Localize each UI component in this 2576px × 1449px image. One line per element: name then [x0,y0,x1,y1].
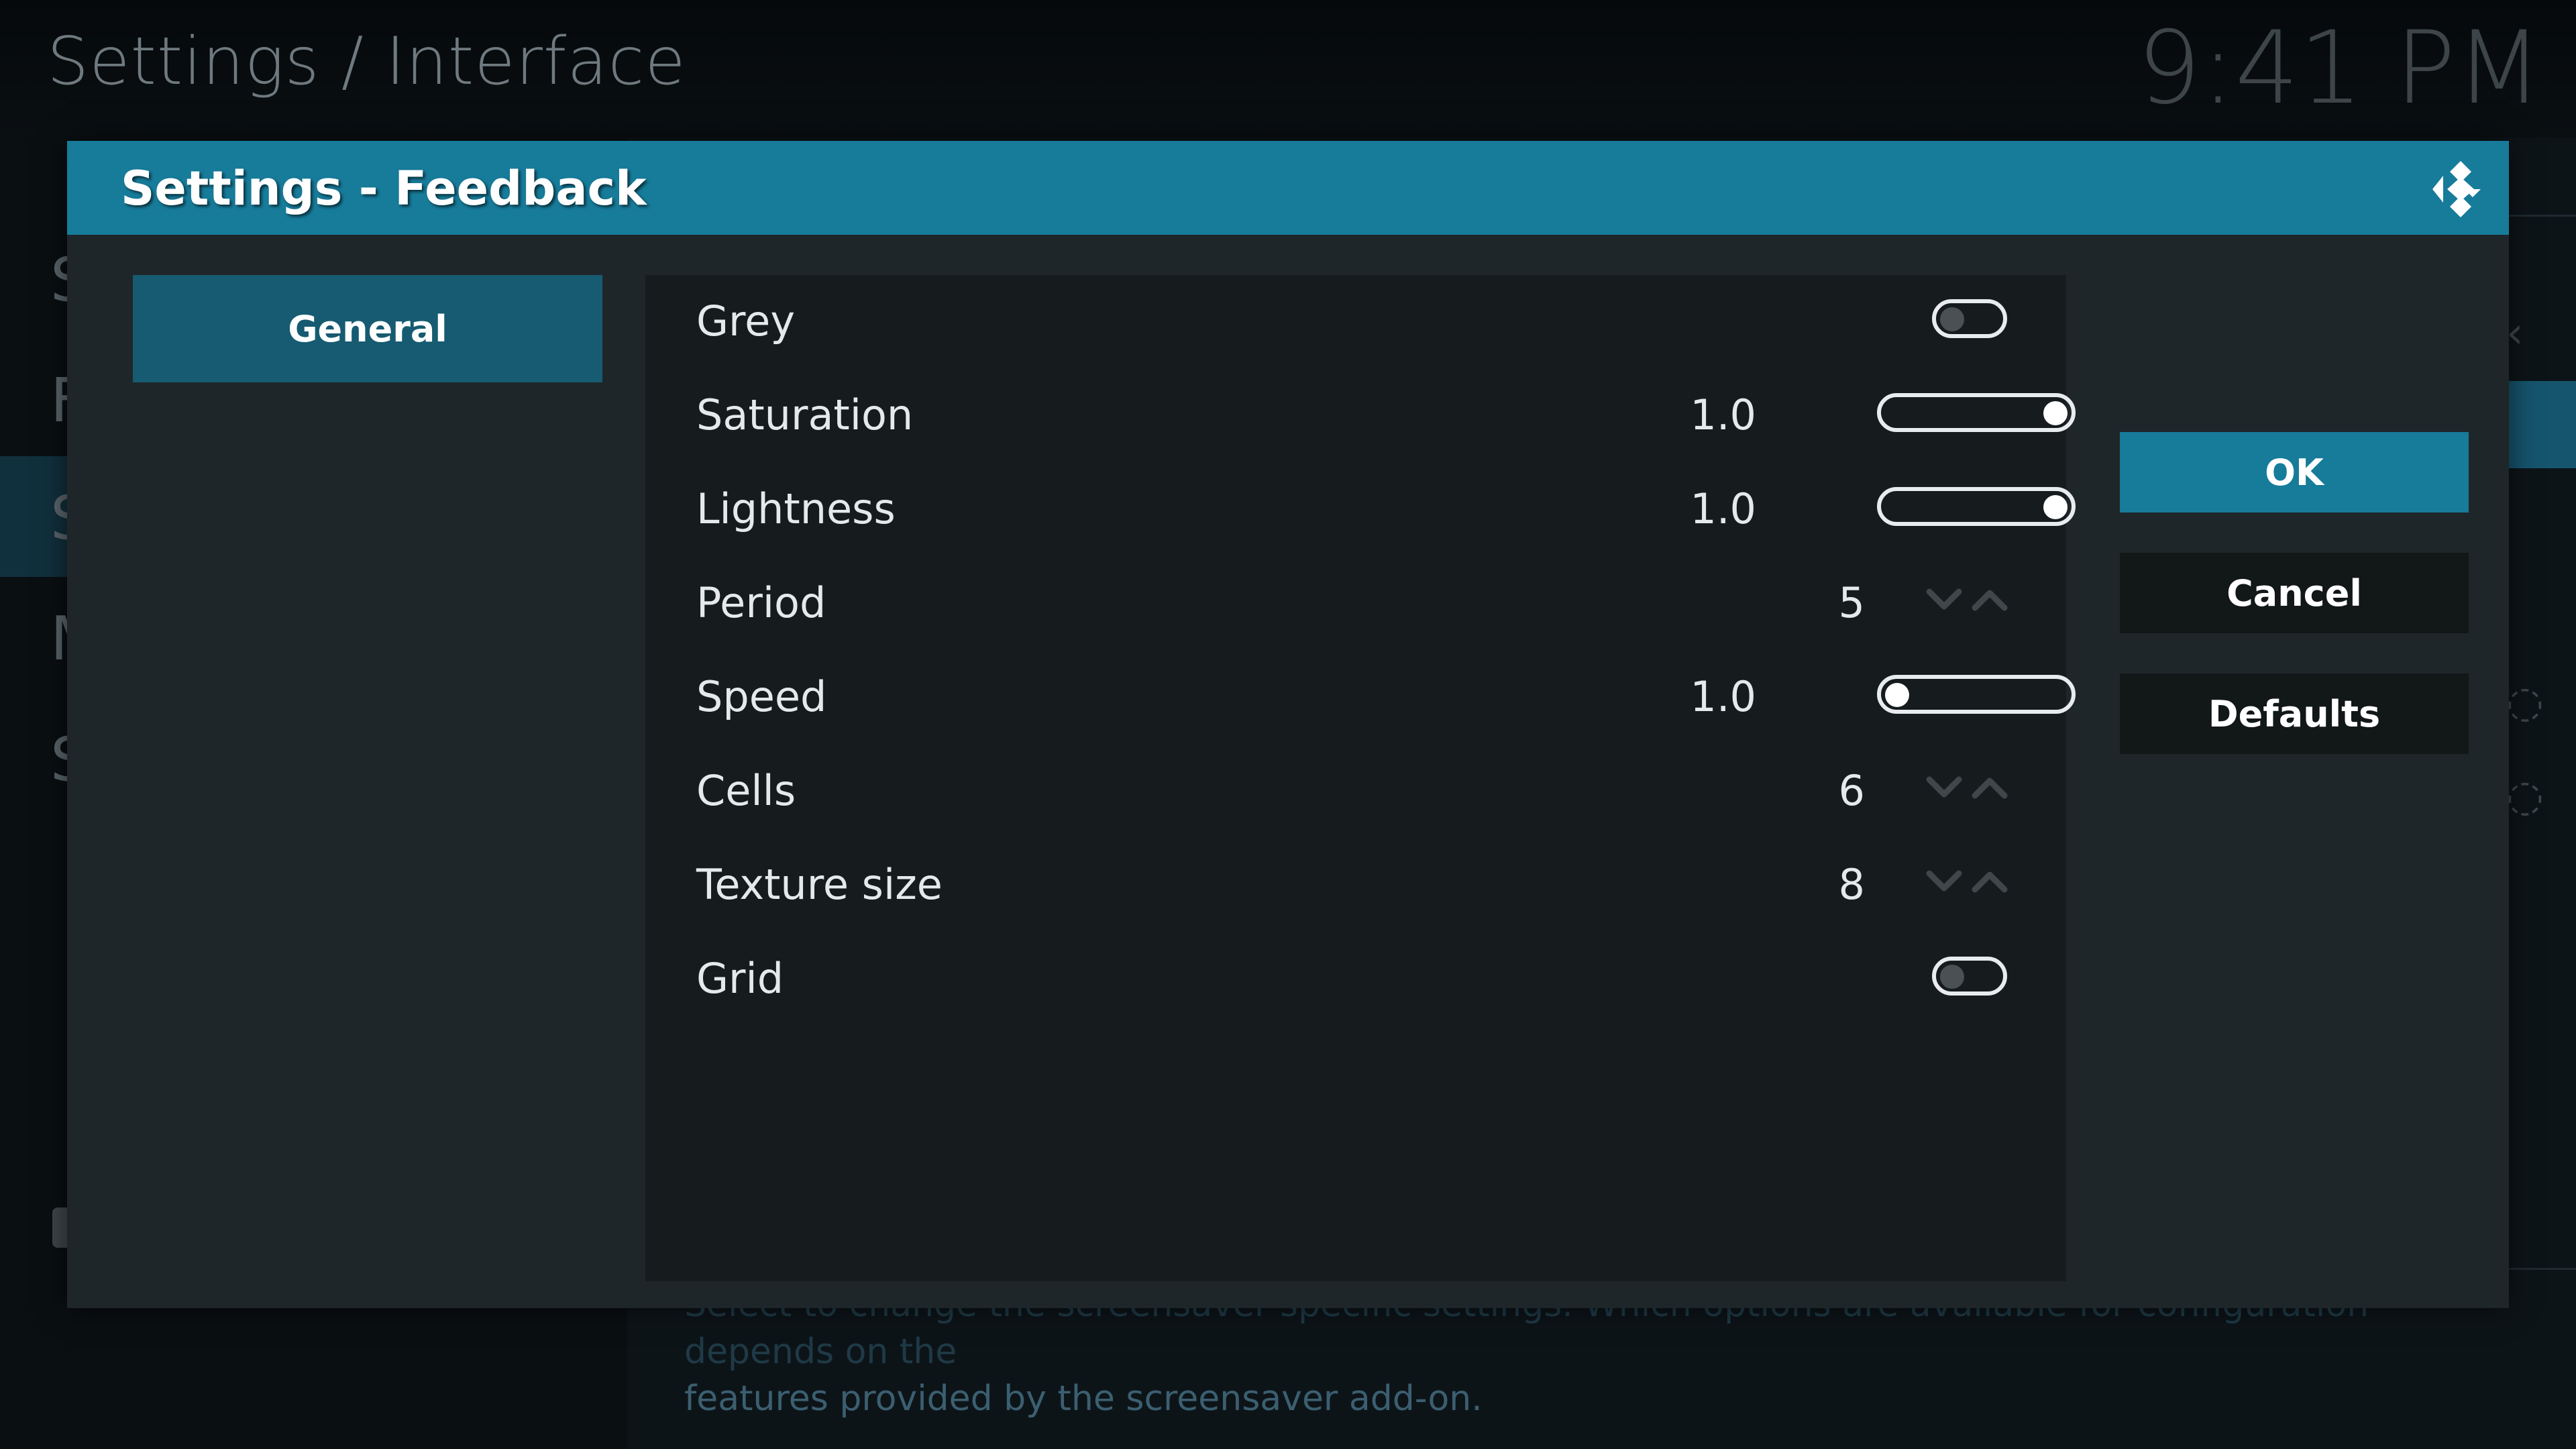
texture-size-spinner [1924,859,2018,906]
setting-label: Saturation [696,390,914,439]
settings-dialog: Settings - Feedback General Grey Saturat… [67,141,2509,1308]
settings-list: Grey Saturation 1.0 Lightness 1.0 Period… [645,275,2076,1281]
period-spinner [1924,577,2018,624]
chevron-up-icon[interactable] [1972,777,2008,799]
setting-label: Texture size [696,860,943,909]
setting-label: Cells [696,766,796,815]
toggle-knob [1940,307,1964,331]
setting-period[interactable]: Period 5 [645,557,2066,651]
setting-saturation[interactable]: Saturation 1.0 [645,369,2076,463]
slider-knob[interactable] [1885,683,1909,707]
setting-cells[interactable]: Cells 6 [645,745,2066,839]
chevron-down-icon[interactable] [1926,870,1962,892]
setting-value: 1.0 [1690,390,1756,439]
ok-button[interactable]: OK [2120,432,2469,513]
grid-toggle[interactable] [1932,957,2007,996]
dialog-header: Settings - Feedback [67,141,2509,235]
speed-slider[interactable] [1877,675,2076,714]
settings-indicator-icon: ◌ [2506,771,2544,821]
grey-toggle[interactable] [1932,299,2007,338]
background-divider [2508,215,2576,217]
setting-grid[interactable]: Grid [645,932,2066,1026]
setting-value: 6 [1838,766,1865,815]
saturation-slider[interactable] [1877,393,2076,432]
background-divider [2508,1268,2576,1270]
chevron-up-icon[interactable] [1972,590,2008,611]
lightness-slider[interactable] [1877,487,2076,526]
description-line-2: features provided by the screensaver add… [684,1379,1483,1419]
setting-grey[interactable]: Grey [645,275,2066,369]
chevron-down-icon[interactable] [1926,776,1962,798]
cells-spinner [1924,765,2018,812]
slider-knob[interactable] [2043,495,2068,519]
setting-lightness[interactable]: Lightness 1.0 [645,463,2076,557]
background-selected-row [2508,381,2576,468]
settings-indicator-icon: ◌ [2506,678,2544,727]
setting-label: Grid [696,954,784,1003]
toggle-knob [1940,965,1964,989]
screen: Settings / Interface 9:41 PM S F S M S ‹… [0,0,2576,1449]
setting-label: Speed [696,672,827,721]
setting-texture-size[interactable]: Texture size 8 [645,839,2066,932]
setting-value: 5 [1838,578,1865,627]
category-tab-general[interactable]: General [133,275,602,382]
cancel-button[interactable]: Cancel [2120,553,2469,633]
setting-value: 8 [1838,860,1865,909]
chevron-up-icon[interactable] [1972,871,2008,893]
defaults-button[interactable]: Defaults [2120,674,2469,754]
setting-label: Period [696,578,826,627]
setting-value: 1.0 [1690,672,1756,721]
clock: 9:41 PM [2137,10,2542,127]
setting-label: Lightness [696,484,896,533]
setting-value: 1.0 [1690,484,1756,533]
chevron-down-icon[interactable] [1926,588,1962,610]
setting-speed[interactable]: Speed 1.0 [645,651,2076,745]
breadcrumb: Settings / Interface [47,23,686,100]
dialog-title: Settings - Feedback [121,161,647,216]
slider-knob[interactable] [2043,401,2068,425]
kodi-logo-icon [2432,161,2481,217]
setting-label: Grey [696,297,796,345]
